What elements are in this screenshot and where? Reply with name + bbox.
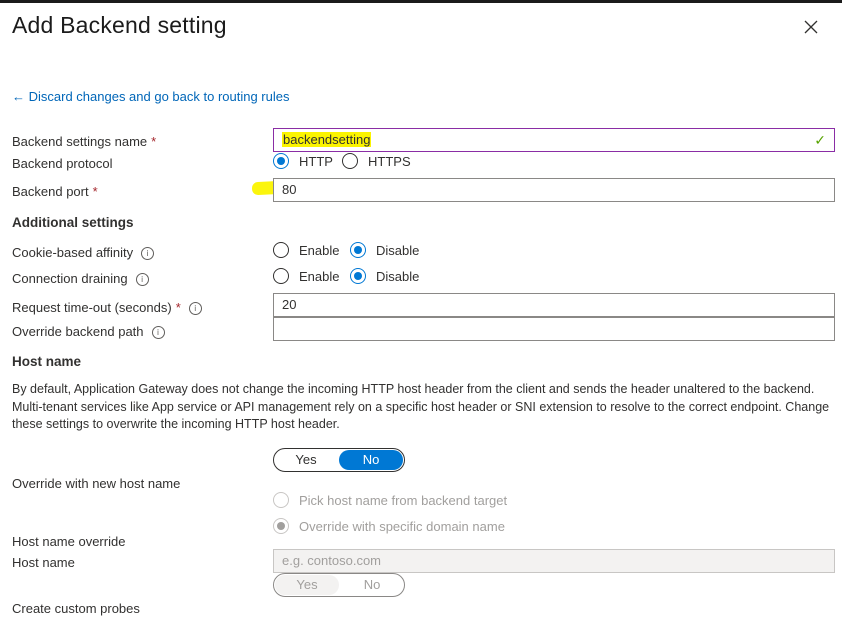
- override-backend-path-input[interactable]: [273, 317, 835, 341]
- toggle-no-option[interactable]: No: [339, 450, 403, 470]
- page-title: Add Backend setting: [12, 12, 227, 38]
- pick-host-from-backend-radio[interactable]: Pick host name from backend target: [273, 492, 507, 508]
- protocol-https-radio[interactable]: HTTPS: [342, 153, 411, 169]
- host-name-input[interactable]: e.g. contoso.com: [273, 549, 835, 573]
- radio-selected-icon: [350, 242, 366, 258]
- host-name-description: By default, Application Gateway does not…: [12, 382, 830, 431]
- cookie-affinity-label: Cookie-based affinity i: [12, 245, 155, 260]
- create-custom-probes-label: Create custom probes: [12, 601, 140, 616]
- radio-unselected-icon: [342, 153, 358, 169]
- backend-protocol-label: Backend protocol: [12, 156, 113, 171]
- info-icon[interactable]: i: [188, 302, 202, 315]
- host-name-label: Host name: [12, 555, 75, 570]
- override-backend-path-label: Override backend path i: [12, 324, 165, 339]
- toggle-yes-option[interactable]: Yes: [274, 449, 338, 471]
- info-icon[interactable]: i: [151, 326, 165, 339]
- host-name-heading: Host name: [12, 354, 82, 369]
- radio-unselected-icon: [273, 268, 289, 284]
- radio-selected-icon: [273, 153, 289, 169]
- close-icon[interactable]: [801, 17, 821, 37]
- radio-selected-icon: [350, 268, 366, 284]
- radio-unselected-icon: [273, 242, 289, 258]
- connection-draining-enable-radio[interactable]: Enable: [273, 268, 339, 284]
- backend-settings-name-value: backendsetting: [282, 132, 372, 147]
- additional-settings-heading: Additional settings: [12, 215, 134, 230]
- backend-port-label: Backend port *: [12, 184, 98, 199]
- backend-port-input[interactable]: 80: [273, 178, 835, 202]
- connection-draining-label: Connection draining i: [12, 271, 149, 286]
- info-icon[interactable]: i: [135, 273, 149, 286]
- radio-selected-icon: [273, 518, 289, 534]
- info-icon[interactable]: i: [141, 247, 155, 260]
- override-specific-domain-radio[interactable]: Override with specific domain name: [273, 518, 505, 534]
- cookie-affinity-enable-radio[interactable]: Enable: [273, 242, 339, 258]
- request-timeout-input[interactable]: 20: [273, 293, 835, 317]
- toggle-yes-option[interactable]: Yes: [275, 575, 339, 595]
- host-name-override-label: Host name override: [12, 534, 126, 549]
- cookie-affinity-disable-radio[interactable]: Disable: [350, 242, 419, 258]
- toggle-no-option[interactable]: No: [340, 574, 404, 596]
- discard-back-link[interactable]: ← Discard changes and go back to routing…: [12, 89, 290, 104]
- protocol-http-radio[interactable]: HTTP: [273, 153, 333, 169]
- radio-unselected-icon: [273, 492, 289, 508]
- custom-probes-toggle[interactable]: Yes No: [273, 573, 405, 597]
- checkmark-icon: ✓: [814, 132, 826, 148]
- override-new-host-label: Override with new host name: [12, 476, 181, 491]
- backend-settings-name-label: Backend settings name *: [12, 134, 157, 149]
- override-host-name-toggle[interactable]: Yes No: [273, 448, 405, 472]
- backend-settings-name-input[interactable]: backendsetting ✓: [273, 128, 835, 152]
- top-border: [0, 0, 842, 3]
- connection-draining-disable-radio[interactable]: Disable: [350, 268, 419, 284]
- request-timeout-label: Request time-out (seconds) * i: [12, 300, 202, 315]
